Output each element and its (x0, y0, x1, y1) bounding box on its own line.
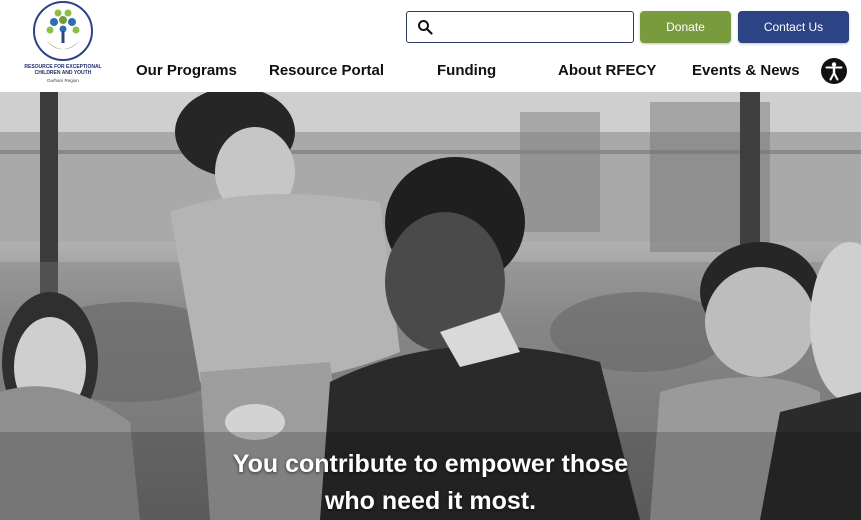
hero-caption-line-1: You contribute to empower those (232, 450, 629, 478)
hero-banner: You contribute to empower those who need… (0, 92, 861, 520)
nav-funding[interactable]: Funding (437, 62, 496, 79)
nav-resource-portal[interactable]: Resource Portal (269, 62, 384, 79)
donate-button[interactable]: Donate (640, 11, 731, 43)
search-icon[interactable] (417, 19, 433, 40)
hero-caption-line-2: who need it most. (324, 487, 537, 515)
nav-our-programs[interactable]: Our Programs (136, 62, 237, 79)
search-box[interactable] (406, 11, 634, 43)
accessibility-icon[interactable] (821, 58, 847, 84)
nav-about-rfecy[interactable]: About RFECY (558, 62, 656, 79)
contact-us-button[interactable]: Contact Us (738, 11, 849, 43)
org-logo[interactable]: RESOURCE FOR EXCEPTIONAL CHILDREN AND YO… (22, 0, 104, 88)
logo-org-name: RESOURCE FOR EXCEPTIONAL CHILDREN AND YO… (24, 64, 102, 76)
site-header: RESOURCE FOR EXCEPTIONAL CHILDREN AND YO… (0, 0, 861, 92)
hero-caption: You contribute to empower those who need… (0, 446, 861, 520)
nav-events-news[interactable]: Events & News (692, 62, 800, 79)
tree-hands-logo-icon (33, 1, 93, 61)
search-input[interactable] (441, 16, 627, 38)
logo-region: Durham Region (47, 78, 79, 83)
